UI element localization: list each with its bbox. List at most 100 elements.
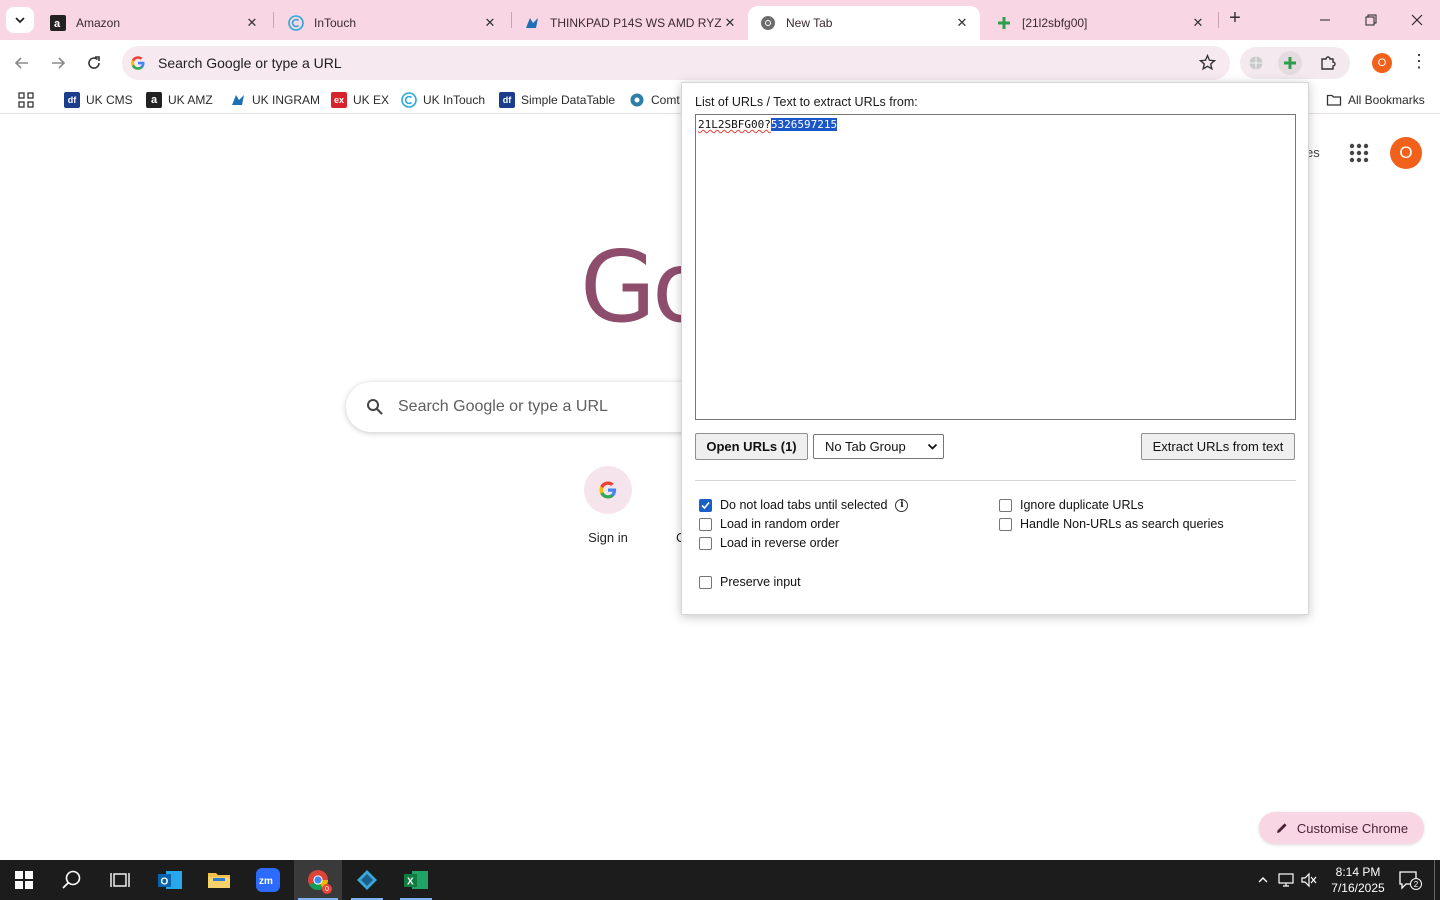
taskbar-zoom[interactable]: zm: [244, 860, 292, 900]
taskbar: O zm 0 X 8:14 PM 7/16/2025 2: [0, 860, 1440, 900]
tab-manager-extension-icon[interactable]: [1278, 51, 1302, 75]
tab-title: [21l2sbfg00]: [1022, 16, 1088, 30]
toolbar: Search Google or type a URL O ⋮: [0, 40, 1440, 86]
option-label: Load in random order: [720, 517, 840, 531]
close-window-button[interactable]: [1394, 4, 1440, 36]
outlook-icon: O: [158, 871, 182, 889]
reload-button[interactable]: [81, 50, 107, 76]
bookmark-uk-ingram[interactable]: UK INGRAM: [230, 90, 320, 110]
clock[interactable]: 8:14 PM 7/16/2025: [1326, 864, 1390, 896]
extract-urls-button[interactable]: Extract URLs from text: [1141, 433, 1295, 460]
restore-button[interactable]: [1348, 4, 1394, 36]
shortcut-label: Sign in: [588, 530, 628, 545]
chevron-up-icon[interactable]: [1254, 871, 1272, 889]
checkbox[interactable]: [699, 575, 712, 589]
bookmark-simple-datatable[interactable]: df Simple DataTable: [499, 90, 615, 110]
network-icon[interactable]: [1278, 871, 1296, 889]
new-tab-button[interactable]: +: [1224, 8, 1246, 30]
puzzle-icon[interactable]: [1316, 51, 1340, 75]
google-logo: Go: [580, 238, 681, 338]
bookmark-label: UK AMZ: [168, 93, 213, 107]
option-label: Preserve input: [720, 575, 801, 589]
open-urls-button[interactable]: Open URLs (1): [695, 433, 808, 460]
notification-count: 2: [1410, 878, 1422, 890]
more-menu-icon[interactable]: ⋮: [1410, 52, 1428, 74]
option-preserve-input[interactable]: Preserve input: [699, 575, 801, 589]
intouch-icon: [401, 92, 417, 108]
option-random-order[interactable]: Load in random order: [699, 517, 840, 531]
google-apps-icon[interactable]: [1348, 142, 1370, 164]
tab-new-tab[interactable]: New Tab ✕: [748, 6, 980, 40]
taskbar-file-explorer[interactable]: [195, 860, 243, 900]
taskbar-search-button[interactable]: [48, 860, 96, 900]
chevron-down-icon: [927, 443, 938, 450]
task-view-icon: [110, 873, 130, 887]
apps-grid-icon[interactable]: [18, 90, 34, 110]
task-view-button[interactable]: [96, 860, 144, 900]
minimize-button[interactable]: [1302, 4, 1348, 36]
folder-icon: [208, 873, 230, 888]
taskbar-excel[interactable]: X: [392, 860, 440, 900]
shortcut-sign-in[interactable]: [584, 466, 632, 514]
start-button[interactable]: [0, 860, 48, 900]
checkmark-icon: [701, 501, 710, 509]
taskbar-chrome[interactable]: 0: [294, 860, 342, 900]
chrome-badge: 0: [322, 884, 332, 894]
bookmark-comt[interactable]: Comt: [629, 90, 680, 110]
close-icon[interactable]: ✕: [954, 15, 970, 31]
customise-chrome-button[interactable]: Customise Chrome: [1259, 812, 1424, 844]
tab-separator: [273, 12, 274, 28]
tab-search-results[interactable]: [21l2sbfg00] ✕: [984, 6, 1216, 40]
tab-title: New Tab: [786, 16, 833, 30]
bookmark-uk-cms[interactable]: df UK CMS: [64, 90, 133, 110]
all-bookmarks[interactable]: All Bookmarks: [1326, 90, 1425, 110]
tab-strip: a Amazon ✕ InTouch ✕ THINKPAD P14S WS AM…: [0, 0, 1440, 40]
globe-icon[interactable]: [1244, 51, 1268, 75]
show-desktop-button[interactable]: [1434, 860, 1435, 900]
urls-textarea[interactable]: 21L2SBFG00?5326597215: [695, 114, 1296, 420]
volume-muted-icon[interactable]: [1300, 871, 1318, 889]
checkbox-checked[interactable]: [699, 498, 712, 512]
close-icon[interactable]: ✕: [1190, 15, 1206, 31]
close-icon[interactable]: ✕: [722, 15, 738, 31]
back-button[interactable]: [9, 50, 35, 76]
tab-intouch[interactable]: InTouch ✕: [276, 6, 508, 40]
option-lazy-load[interactable]: Do not load tabs until selected i: [699, 498, 909, 512]
bookmark-uk-ex[interactable]: ex UK EX: [331, 90, 389, 110]
taskbar-app-diamond[interactable]: [343, 860, 391, 900]
omnibox-text: Search Google or type a URL: [158, 55, 342, 71]
bookmark-label: UK InTouch: [423, 93, 486, 107]
forward-button[interactable]: [45, 50, 71, 76]
minimize-icon: [1320, 19, 1330, 21]
close-icon[interactable]: ✕: [482, 15, 498, 31]
bookmark-uk-intouch[interactable]: UK InTouch: [401, 90, 485, 110]
option-reverse-order[interactable]: Load in reverse order: [699, 536, 839, 550]
checkbox[interactable]: [999, 498, 1012, 512]
urls-textarea-label: List of URLs / Text to extract URLs from…: [695, 95, 918, 109]
tab-title: THINKPAD P14S WS AMD RYZEN: [550, 16, 722, 30]
close-icon[interactable]: ✕: [244, 15, 260, 31]
tab-search-button[interactable]: [6, 7, 34, 33]
svg-text:a: a: [54, 18, 61, 30]
tab-group-select[interactable]: No Tab Group: [813, 434, 944, 459]
omnibox[interactable]: Search Google or type a URL: [122, 46, 1230, 80]
bookmark-star-icon[interactable]: [1199, 54, 1216, 71]
tab-amazon[interactable]: a Amazon ✕: [38, 6, 270, 40]
ntp-profile-avatar[interactable]: O: [1390, 137, 1422, 169]
tab-manager-icon: [996, 15, 1012, 31]
df-icon: df: [64, 92, 80, 108]
excel-icon: X: [404, 871, 428, 889]
checkbox[interactable]: [999, 517, 1012, 531]
bookmark-label: Comt: [651, 93, 680, 107]
option-ignore-duplicates[interactable]: Ignore duplicate URLs: [999, 498, 1144, 512]
option-non-urls-search[interactable]: Handle Non-URLs as search queries: [999, 517, 1224, 531]
checkbox[interactable]: [699, 536, 712, 550]
bookmark-uk-amz[interactable]: a UK AMZ: [146, 90, 213, 110]
notification-center-button[interactable]: 2: [1398, 870, 1422, 890]
tab-thinkpad[interactable]: THINKPAD P14S WS AMD RYZEN ✕: [512, 6, 748, 40]
profile-avatar[interactable]: O: [1372, 53, 1392, 73]
info-icon[interactable]: i: [895, 498, 909, 512]
checkbox[interactable]: [699, 517, 712, 531]
bookmark-label: Simple DataTable: [521, 93, 616, 107]
taskbar-outlook[interactable]: O: [146, 860, 194, 900]
